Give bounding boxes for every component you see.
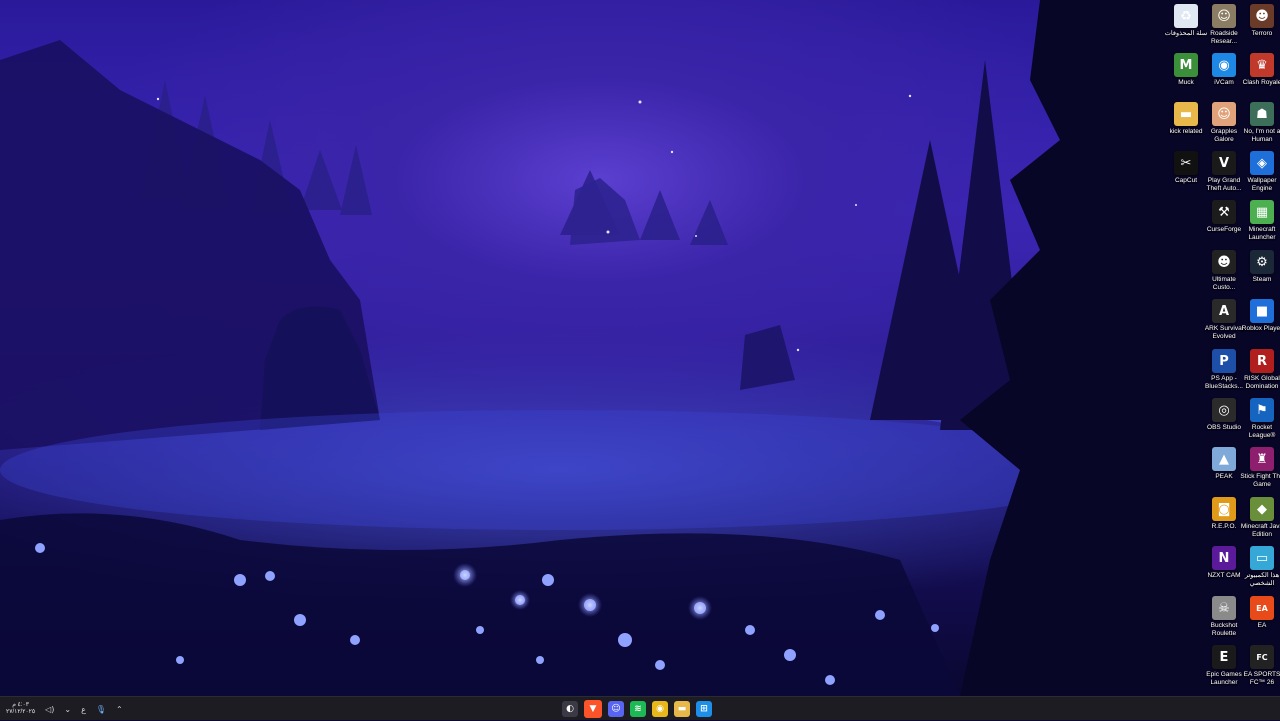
desktop-icon[interactable]: E Epic Games Launcher — [1205, 645, 1243, 686]
desktop-icon[interactable]: ◙ R.E.P.O. — [1205, 497, 1243, 531]
desktop-icon[interactable]: ✂ CapCut — [1167, 151, 1205, 185]
desktop-icon[interactable]: ♛ Clash Royale — [1243, 53, 1280, 87]
brave-icon[interactable]: ▼ — [584, 700, 602, 718]
desktop-icon[interactable]: ▭ هذا الكمبيوتر الشخصي — [1243, 546, 1280, 587]
desktop-icon[interactable]: ☻ Terroro — [1243, 4, 1280, 38]
this-pc-icon: ▭ — [1250, 546, 1274, 570]
desktop-icon-label: Wallpaper Engine — [1247, 177, 1277, 192]
steam-icon: ⚙ — [1250, 250, 1274, 274]
recycle-bin-icon: ♻ — [1174, 4, 1198, 28]
minecraft-launcher-icon: ▦ — [1250, 200, 1274, 224]
desktop-icon[interactable]: A ARK Survival Evolved — [1205, 299, 1243, 340]
desktop-icon-label: EA — [1257, 622, 1267, 629]
desktop-icon[interactable]: ▦ Minecraft Launcher — [1243, 200, 1280, 241]
file-explorer-icon[interactable]: ▬ — [674, 701, 690, 717]
desktop-icon[interactable]: V Play Grand Theft Auto... — [1205, 151, 1243, 192]
desktop-icon[interactable]: R RISK Global Domination — [1243, 349, 1280, 390]
desktop-icon-label: Rocket League® — [1248, 424, 1276, 439]
gta-icon: V — [1212, 151, 1236, 175]
desktop-icon-label: Minecraft Java Edition — [1240, 523, 1280, 538]
terroro-icon: ☻ — [1250, 4, 1274, 28]
ultimate-custom-night-icon: ☻ — [1212, 250, 1236, 274]
spotify-icon[interactable]: ≋ — [630, 701, 646, 717]
microphone-icon[interactable]: 🎙 — [96, 705, 106, 714]
desktop-icon-label: EA SPORTS FC™ 26 — [1243, 671, 1280, 686]
desktop-icon[interactable]: ⚙ Steam — [1243, 250, 1280, 284]
clock-date: ٢٧/١٢/٢٠٢٥ — [6, 709, 36, 715]
desktop-icon[interactable]: M Muck — [1167, 53, 1205, 87]
capcut-icon: ✂ — [1174, 151, 1198, 175]
desktop-icon[interactable]: ♜ Stick Fight The Game — [1240, 447, 1280, 488]
browser-icon[interactable]: ◐ — [562, 701, 578, 717]
grapples-galore-icon: ☺ — [1212, 102, 1236, 126]
discord-icon[interactable]: ☺ — [608, 701, 624, 717]
system-tray: ٤:٠٣ م ٢٧/١٢/٢٠٢٥ ◁) ⌄ ع 🎙 ⌃ — [6, 697, 123, 721]
desktop-icon-label: No, I'm not a Human — [1243, 128, 1280, 143]
ark-icon: A — [1212, 299, 1236, 323]
taskbar: ٤:٠٣ م ٢٧/١٢/٢٠٢٥ ◁) ⌄ ع 🎙 ⌃ ◐ ▼ ☺ ≋ ◉ ▬ ⊞ — [0, 696, 1280, 720]
desktop-icon[interactable]: ⚑ Rocket League® — [1243, 398, 1280, 439]
desktop-icon[interactable]: ♻ سلة المحذوفات — [1165, 4, 1207, 38]
desktop-icon[interactable]: ▬ kick related — [1167, 102, 1205, 136]
chevron-down-icon[interactable]: ⌄ — [64, 705, 71, 714]
peak-icon: ▲ — [1212, 447, 1236, 471]
desktop-icon[interactable]: ☠ Buckshot Roulette — [1205, 596, 1243, 637]
ivcam-icon: ◉ — [1212, 53, 1236, 77]
desktop-icon-label: هذا الكمبيوتر الشخصي — [1244, 572, 1280, 587]
repo-icon: ◙ — [1212, 497, 1236, 521]
desktop-icon[interactable]: ◈ Wallpaper Engine — [1243, 151, 1280, 192]
desktop-icon[interactable]: ▲ PEAK — [1205, 447, 1243, 481]
language-indicator[interactable]: ع — [81, 705, 86, 714]
rocket-league-icon: ⚑ — [1250, 398, 1274, 422]
desktop-icon[interactable]: ◎ OBS Studio — [1205, 398, 1243, 432]
desktop-icon[interactable]: EA EA — [1243, 596, 1280, 630]
ea-sports-fc-icon: FC — [1250, 645, 1274, 669]
desktop-icon[interactable]: P PS App - BlueStacks... — [1205, 349, 1243, 390]
desktop-icon[interactable]: FC EA SPORTS FC™ 26 — [1243, 645, 1280, 686]
folder-icon: ▬ — [1174, 102, 1198, 126]
desktop-icon[interactable]: ☗ No, I'm not a Human — [1243, 102, 1280, 143]
obs-studio-icon: ◎ — [1212, 398, 1236, 422]
buckshot-roulette-icon: ☠ — [1212, 596, 1236, 620]
clash-royale-icon: ♛ — [1250, 53, 1274, 77]
muck-icon: M — [1174, 53, 1198, 77]
taskbar-apps: ◐ ▼ ☺ ≋ ◉ ▬ ⊞ — [562, 697, 712, 721]
minecraft-java-icon: ◆ — [1250, 497, 1274, 521]
wallpaper-engine-icon: ◈ — [1250, 151, 1274, 175]
clock-time: ٤:٠٣ م — [12, 702, 29, 708]
start-icon[interactable]: ⊞ — [696, 701, 712, 717]
desktop-icon-label: Roblox Player — [1241, 325, 1280, 332]
speaker-icon[interactable]: ◁) — [45, 705, 54, 714]
desktop-icon[interactable]: ◉ iVCam — [1205, 53, 1243, 87]
desktop-icons-area: ♻ سلة المحذوفات ☺ Roadside Resear... ☻ Terror… — [0, 0, 1280, 696]
desktop-icon[interactable]: ☺ Grapples Galore — [1205, 102, 1243, 143]
desktop-icon-label: Minecraft Launcher — [1248, 226, 1276, 241]
desktop-icon[interactable]: N NZXT CAM — [1205, 546, 1243, 580]
ea-icon: EA — [1250, 596, 1274, 620]
desktop-icon[interactable]: ◆ Minecraft Java Edition — [1241, 497, 1280, 538]
chevron-up-icon[interactable]: ⌃ — [116, 705, 123, 714]
epic-games-icon: E — [1212, 645, 1236, 669]
desktop-icon-label: Clash Royale — [1242, 79, 1280, 86]
clock[interactable]: ٤:٠٣ م ٢٧/١٢/٢٠٢٥ — [6, 702, 35, 716]
desktop-icon[interactable]: ☺ Roadside Resear... — [1205, 4, 1243, 45]
no-im-not-a-human-icon: ☗ — [1250, 102, 1274, 126]
curseforge-icon: ⚒ — [1212, 200, 1236, 224]
chrome-icon[interactable]: ◉ — [652, 701, 668, 717]
desktop-icon-label: RISK Global Domination — [1244, 375, 1280, 390]
desktop-icon-label: Steam — [1252, 276, 1272, 283]
nzxt-cam-icon: N — [1212, 546, 1236, 570]
stick-fight-icon: ♜ — [1250, 447, 1274, 471]
roblox-icon: ■ — [1250, 299, 1274, 323]
desktop-icon[interactable]: ■ Roblox Player — [1242, 299, 1280, 333]
ps-app-icon: P — [1212, 349, 1236, 373]
desktop-icon[interactable]: ☻ Ultimate Custo... — [1205, 250, 1243, 291]
desktop-icon[interactable]: ⚒ CurseForge — [1205, 200, 1243, 234]
roadside-research-icon: ☺ — [1212, 4, 1236, 28]
desktop-icon-label: Stick Fight The Game — [1240, 473, 1280, 488]
desktop-icon-label: Terroro — [1251, 30, 1273, 37]
risk-icon: R — [1250, 349, 1274, 373]
